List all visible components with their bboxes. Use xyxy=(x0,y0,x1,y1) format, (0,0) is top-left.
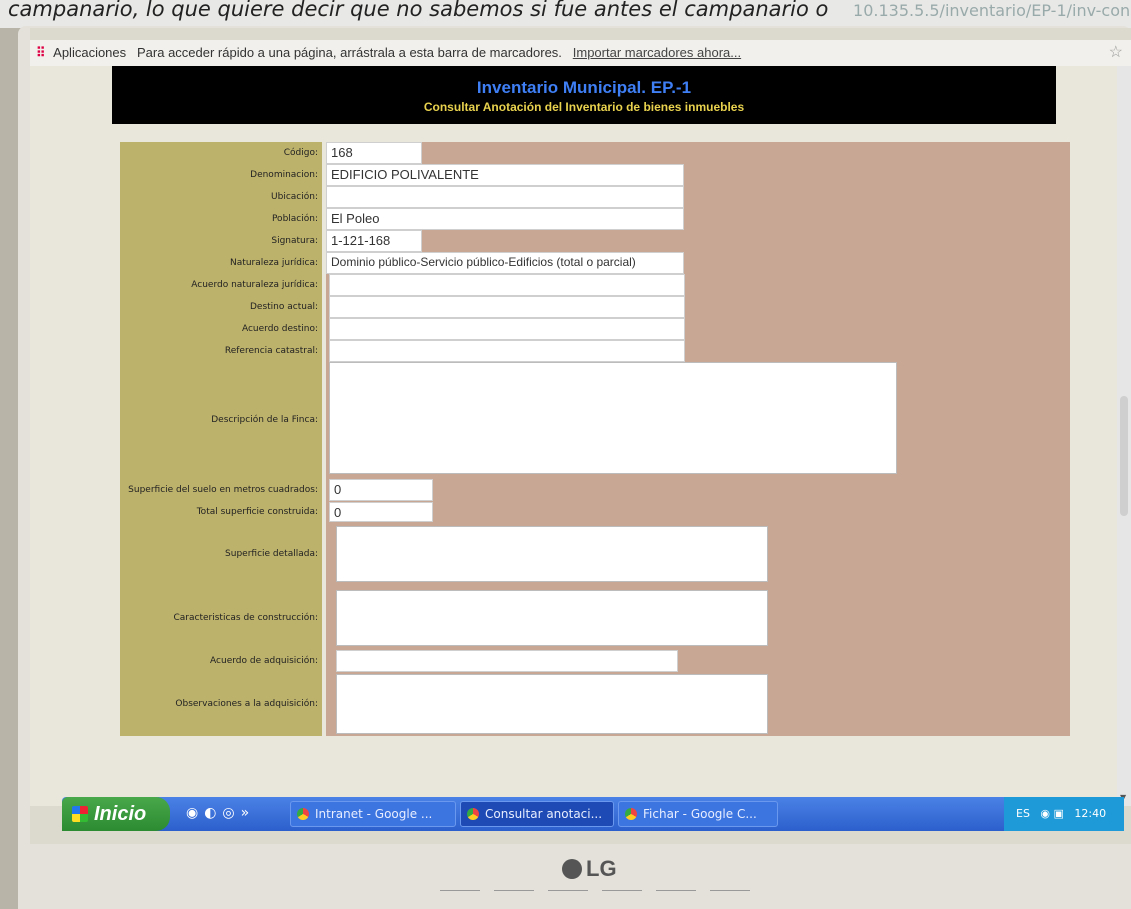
label-acuerdo-naturaleza: Acuerdo naturaleza jurídica: xyxy=(120,274,322,296)
naturaleza-field[interactable]: Dominio público-Servicio público-Edifici… xyxy=(326,252,684,274)
label-total-construida: Total superficie construida: xyxy=(120,502,322,522)
bookmarks-bar: ⠿ Aplicaciones Para acceder rápido a una… xyxy=(30,40,1131,66)
ubicacion-field[interactable] xyxy=(326,186,684,208)
signatura-field[interactable]: 1-121-168 xyxy=(326,230,422,252)
chrome-icon xyxy=(467,808,479,820)
row-caracteristicas-construccion: Caracteristicas de construcción: xyxy=(120,586,1070,650)
label-caracteristicas-construccion: Caracteristicas de construcción: xyxy=(120,586,322,650)
poblacion-field[interactable]: El Poleo xyxy=(326,208,684,230)
row-superficie-detallada: Superficie detallada: xyxy=(120,522,1070,586)
label-referencia-catastral: Referencia catastral: xyxy=(120,340,322,362)
apps-link[interactable]: Aplicaciones xyxy=(53,45,126,60)
start-button[interactable]: Inicio xyxy=(62,797,170,831)
label-denominacion: Denominacion: xyxy=(120,164,322,186)
web-page: Inventario Municipal. EP.-1 Consultar An… xyxy=(30,66,1131,806)
row-observaciones-adquisicion: Observaciones a la adquisición: xyxy=(120,672,1070,736)
chrome-icon xyxy=(297,808,309,820)
row-descripcion-finca: Descripción de la Finca: xyxy=(120,362,1070,478)
codigo-field[interactable]: 168 xyxy=(326,142,422,164)
apps-grid-icon[interactable]: ⠿ xyxy=(36,45,46,60)
label-signatura: Signatura: xyxy=(120,230,322,252)
row-denominacion: Denominacion: EDIFICIO POLIVALENTE xyxy=(120,164,1070,186)
row-naturaleza: Naturaleza jurídica: Dominio público-Ser… xyxy=(120,252,1070,274)
destino-actual-field[interactable] xyxy=(329,296,685,318)
task-fichar[interactable]: Fichar - Google C... xyxy=(618,801,778,827)
label-ubicacion: Ubicación: xyxy=(120,186,322,208)
row-signatura: Signatura: 1-121-168 xyxy=(120,230,1070,252)
caption-text: campanario, lo que quiere decir que no s… xyxy=(8,0,829,21)
label-destino-actual: Destino actual: xyxy=(120,296,322,318)
start-label: Inicio xyxy=(94,803,147,825)
label-descripcion-finca: Descripción de la Finca: xyxy=(120,362,322,478)
label-codigo: Código: xyxy=(120,142,322,164)
denominacion-field[interactable]: EDIFICIO POLIVALENTE xyxy=(326,164,684,186)
page-title: Inventario Municipal. EP.-1 xyxy=(476,78,692,97)
superficie-suelo-field[interactable]: 0 xyxy=(329,479,433,501)
page-header: Inventario Municipal. EP.-1 Consultar An… xyxy=(112,66,1056,124)
quick-launch-icons[interactable]: ◉◐◎» xyxy=(186,805,255,821)
monitor-buttons[interactable] xyxy=(440,880,820,891)
row-total-construida: Total superficie construida: 0 xyxy=(120,502,1070,522)
scrollbar-thumb[interactable] xyxy=(1120,396,1128,516)
row-poblacion: Población: El Poleo xyxy=(120,208,1070,230)
label-observaciones-adquisicion: Observaciones a la adquisición: xyxy=(120,672,322,736)
lg-logo-icon xyxy=(562,859,582,879)
row-acuerdo-adquisicion: Acuerdo de adquisición: xyxy=(120,650,1070,672)
label-poblacion: Población: xyxy=(120,208,322,230)
row-codigo: Código: 168 xyxy=(120,142,1070,164)
import-bookmarks-link[interactable]: Importar marcadores ahora... xyxy=(573,45,741,60)
label-superficie-detallada: Superficie detallada: xyxy=(120,522,322,586)
acuerdo-destino-field[interactable] xyxy=(329,318,685,340)
inventory-form: Código: 168 Denominacion: EDIFICIO POLIV… xyxy=(120,142,1070,736)
row-referencia-catastral: Referencia catastral: xyxy=(120,340,1070,362)
caption-bar: campanario, lo que quiere decir que no s… xyxy=(0,0,1131,28)
task-consultar[interactable]: Consultar anotaci... xyxy=(460,801,614,827)
label-acuerdo-destino: Acuerdo destino: xyxy=(120,318,322,340)
taskbar: Inicio ◉◐◎» Intranet - Google ... Consul… xyxy=(62,797,1124,831)
address-bar-url[interactable]: 10.135.5.5/inventario/EP-1/inv-consulta-… xyxy=(853,1,1131,20)
clock[interactable]: 12:40 xyxy=(1074,807,1106,820)
superficie-detallada-textarea[interactable] xyxy=(336,526,768,582)
row-destino-actual: Destino actual: xyxy=(120,296,1070,318)
observaciones-adquisicion-textarea[interactable] xyxy=(336,674,768,734)
row-ubicacion: Ubicación: xyxy=(120,186,1070,208)
referencia-catastral-field[interactable] xyxy=(329,340,685,362)
monitor-brand-logo: LG xyxy=(562,856,617,882)
label-superficie-suelo: Superficie del suelo en metros cuadrados… xyxy=(120,478,322,502)
vertical-scrollbar[interactable]: ▼ xyxy=(1117,66,1131,806)
monitor-screen: ⠿ Aplicaciones Para acceder rápido a una… xyxy=(30,28,1131,844)
star-icon[interactable]: ☆ xyxy=(1109,40,1123,66)
row-acuerdo-destino: Acuerdo destino: xyxy=(120,318,1070,340)
page-subtitle: Consultar Anotación del Inventario de bi… xyxy=(423,100,745,114)
bookmarks-hint: Para acceder rápido a una página, arrást… xyxy=(137,45,562,60)
row-superficie-suelo: Superficie del suelo en metros cuadrados… xyxy=(120,478,1070,502)
label-naturaleza: Naturaleza jurídica: xyxy=(120,252,322,274)
chrome-icon xyxy=(625,808,637,820)
task-intranet[interactable]: Intranet - Google ... xyxy=(290,801,456,827)
acuerdo-adquisicion-field[interactable] xyxy=(336,650,678,672)
row-acuerdo-naturaleza: Acuerdo naturaleza jurídica: xyxy=(120,274,1070,296)
total-construida-field[interactable]: 0 xyxy=(329,502,433,522)
caracteristicas-construccion-textarea[interactable] xyxy=(336,590,768,646)
label-acuerdo-adquisicion: Acuerdo de adquisición: xyxy=(120,650,322,672)
descripcion-finca-textarea[interactable] xyxy=(329,362,897,474)
acuerdo-naturaleza-field[interactable] xyxy=(329,274,685,296)
windows-logo-icon xyxy=(72,806,88,822)
language-indicator[interactable]: ES xyxy=(1016,807,1030,820)
system-tray: ES ◉ ▣ 12:40 xyxy=(1004,797,1124,831)
